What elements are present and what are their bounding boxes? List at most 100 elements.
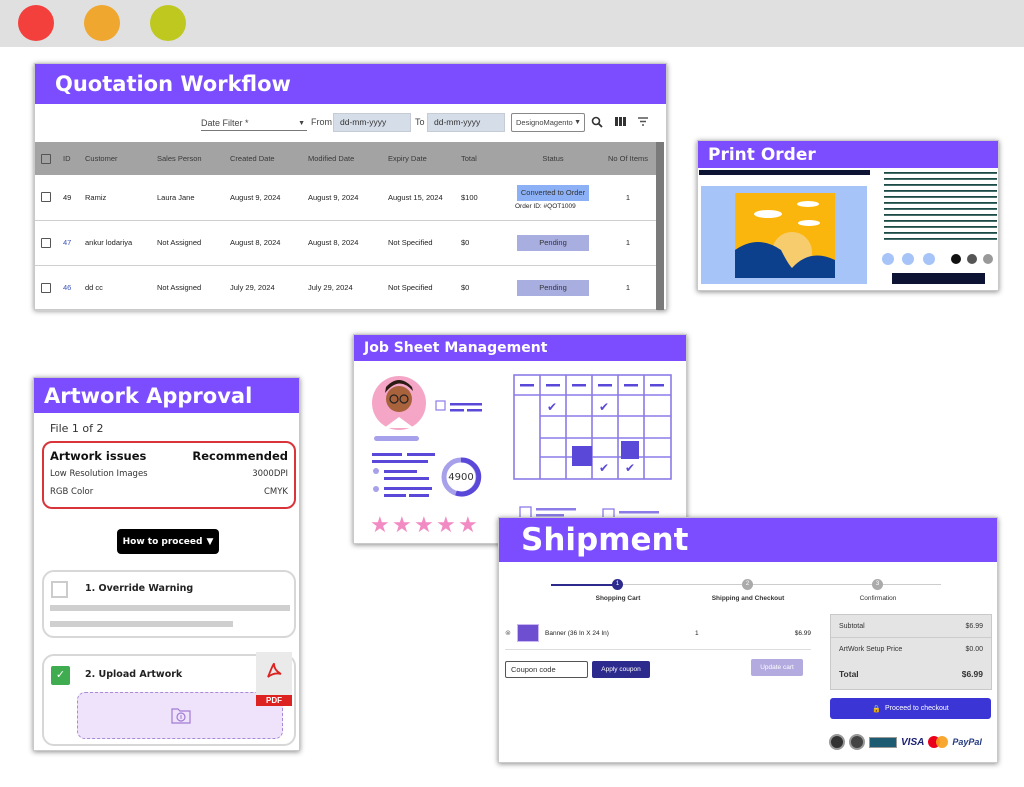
- print-order-illustration: [699, 170, 997, 284]
- svg-text:★: ★: [414, 513, 434, 538]
- row-checkbox[interactable]: [41, 192, 51, 203]
- cell-id[interactable]: 47: [59, 220, 81, 266]
- column-header-total[interactable]: Total: [457, 142, 507, 175]
- bbb-badge-icon: [869, 736, 897, 748]
- table-row[interactable]: 49 Ramiz Laura Jane August 9, 2024 Augus…: [35, 175, 657, 221]
- row-checkbox[interactable]: [41, 237, 51, 248]
- date-filter-select[interactable]: Date Filter * ▼: [201, 118, 307, 131]
- step-track-line: [623, 584, 941, 585]
- artwork-title: Artwork Approval: [34, 378, 299, 413]
- job-sheet-title: Job Sheet Management: [354, 335, 686, 361]
- to-date-input[interactable]: dd-mm-yyyy: [427, 113, 505, 132]
- totals-label: ArtWork Setup Price: [839, 646, 903, 653]
- row-checkbox[interactable]: [41, 282, 51, 293]
- status-badge: Converted to Order: [517, 184, 589, 201]
- pdf-file-icon: PDF: [256, 652, 292, 706]
- cart-totals-box: Subtotal $6.99 ArtWork Setup Price $0.00 T…: [830, 614, 992, 690]
- close-window-button[interactable]: [18, 5, 54, 41]
- columns-icon[interactable]: [615, 117, 626, 126]
- order-id-link[interactable]: Order ID: #QOT1009: [511, 203, 595, 210]
- cell-id: 49: [59, 175, 81, 221]
- cart-item-name: Banner (36 In X 24 In): [545, 630, 609, 637]
- issue-recommendation: CMYK: [263, 487, 288, 497]
- window-titlebar: [0, 0, 1024, 47]
- update-cart-button[interactable]: Update cart: [751, 659, 803, 676]
- proceed-to-checkout-button[interactable]: 🔒 Proceed to checkout: [830, 698, 991, 719]
- svg-text:✔: ✔: [599, 461, 609, 475]
- apply-coupon-button[interactable]: Apply coupon: [592, 661, 650, 678]
- print-order-title: Print Order: [698, 141, 998, 168]
- svg-text:★: ★: [436, 513, 456, 538]
- column-header-expiry-date[interactable]: Expiry Date: [384, 142, 457, 175]
- maximize-window-button[interactable]: [150, 5, 186, 41]
- column-header-sales-person[interactable]: Sales Person: [153, 142, 226, 175]
- cell-sales-person: Laura Jane: [153, 175, 226, 221]
- security-seal-icon: [829, 734, 845, 750]
- recommended-header: Recommended: [192, 449, 288, 463]
- cell-sales-person: Not Assigned: [153, 220, 226, 266]
- step-1-indicator[interactable]: 1: [612, 579, 623, 590]
- upload-artwork-option[interactable]: ✓ 2. Upload Artwork PDF: [42, 652, 296, 746]
- upload-dropzone[interactable]: [77, 692, 283, 739]
- column-header-customer[interactable]: Customer: [81, 142, 153, 175]
- from-date-input[interactable]: dd-mm-yyyy: [333, 113, 411, 132]
- table-header-row: ID Customer Sales Person Created Date Mo…: [35, 142, 657, 175]
- issue-row: RGB Color CMYK: [44, 487, 294, 497]
- remove-item-icon[interactable]: ⊗: [505, 629, 511, 637]
- cell-id[interactable]: 46: [59, 265, 81, 311]
- visa-icon: VISA: [901, 736, 925, 748]
- minimize-window-button[interactable]: [84, 5, 120, 41]
- how-to-proceed-label: How to proceed: [122, 536, 203, 547]
- schedule-grid: [513, 374, 672, 480]
- issue-label: RGB Color: [50, 487, 94, 497]
- caret-down-icon: ▼: [206, 536, 214, 547]
- issue-label: Low Resolution Images: [50, 469, 148, 479]
- column-header-items[interactable]: No Of Items: [595, 142, 657, 175]
- column-header-status[interactable]: Status: [507, 142, 595, 175]
- svg-text:✔: ✔: [573, 443, 583, 457]
- override-checkbox[interactable]: [51, 581, 68, 598]
- placeholder-line: [50, 605, 290, 611]
- how-to-proceed-button[interactable]: How to proceed ▼: [117, 529, 219, 554]
- override-warning-option[interactable]: 1. Override Warning: [42, 570, 296, 638]
- svg-text:★: ★: [458, 513, 478, 538]
- issue-recommendation: 3000DPI: [252, 469, 288, 479]
- filter-icon[interactable]: [638, 117, 648, 126]
- issues-header: Artwork issues: [50, 449, 147, 463]
- table-row[interactable]: 46 dd cc Not Assigned July 29, 2024 July…: [35, 265, 657, 311]
- step-label: Shipping and Checkout: [711, 595, 785, 602]
- search-icon[interactable]: [591, 116, 603, 128]
- job-sheet-panel: Job Sheet Management 4900 ★ ★ ★ ★ ★ ✔ ✔ ✔ ✔ ✔: [353, 334, 687, 544]
- shipment-panel: Shipment 1 2 3 Shopping Cart Shipping an…: [498, 517, 998, 763]
- quotation-workflow-panel: Quotation Workflow Date Filter * ▼ From …: [34, 63, 667, 311]
- option-label: 1. Override Warning: [85, 583, 194, 594]
- total-value: $6.99: [961, 669, 983, 679]
- cell-modified: July 29, 2024: [304, 265, 384, 311]
- store-select[interactable]: DesignoMagento ▼: [511, 113, 585, 132]
- step-2-indicator[interactable]: 2: [742, 579, 753, 590]
- cell-items: 1: [595, 175, 657, 221]
- step-3-indicator[interactable]: 3: [872, 579, 883, 590]
- checkmark-icon[interactable]: ✓: [51, 666, 70, 685]
- cell-modified: August 8, 2024: [304, 220, 384, 266]
- cell-created: August 9, 2024: [226, 175, 304, 221]
- from-label: From: [311, 117, 332, 127]
- cart-item-row: ⊗ Banner (36 In X 24 In) 1 $6.99: [505, 624, 811, 650]
- select-all-checkbox[interactable]: [41, 153, 51, 164]
- cell-expiry: Not Specified: [384, 220, 457, 266]
- column-header-id[interactable]: ID: [59, 142, 81, 175]
- option-label: 2. Upload Artwork: [85, 669, 183, 680]
- cart-item-qty: 1: [695, 630, 699, 637]
- table-row[interactable]: 47 ankur lodariya Not Assigned August 8,…: [35, 220, 657, 266]
- payment-methods: VISA PayPal: [829, 734, 982, 750]
- step-progress-line: [551, 584, 613, 586]
- cart-item-price: $6.99: [794, 630, 811, 637]
- totals-row: ArtWork Setup Price $0.00: [831, 638, 991, 661]
- coupon-code-input[interactable]: Coupon code: [505, 661, 588, 678]
- to-label: To: [415, 117, 425, 127]
- cell-expiry: Not Specified: [384, 265, 457, 311]
- quotation-title: Quotation Workflow: [35, 64, 666, 104]
- column-header-created-date[interactable]: Created Date: [226, 142, 304, 175]
- table-scrollbar[interactable]: [656, 142, 664, 310]
- column-header-modified-date[interactable]: Modified Date: [304, 142, 384, 175]
